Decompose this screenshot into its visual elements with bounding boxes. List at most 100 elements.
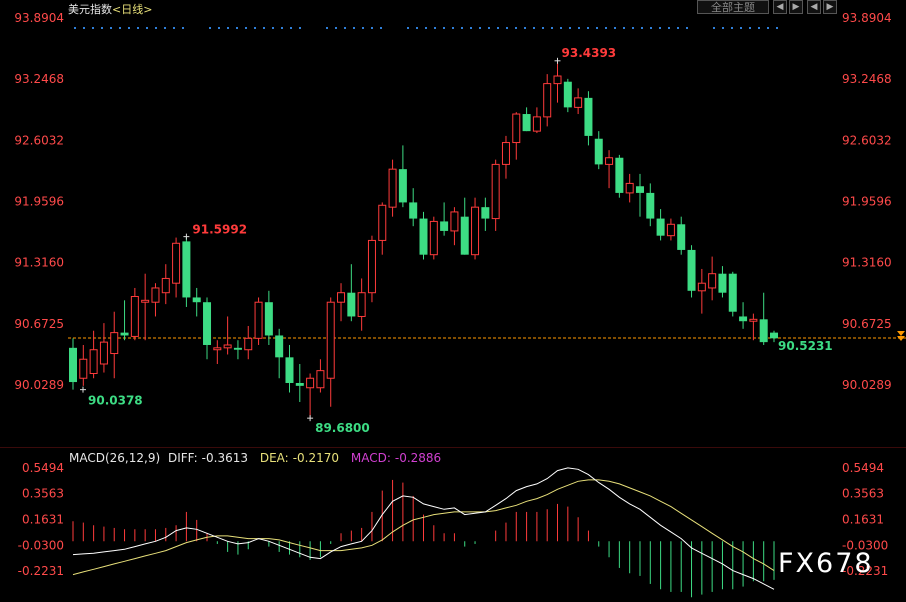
dotted-separator-dot xyxy=(605,27,607,29)
macd-label: MACD: xyxy=(350,451,391,465)
dotted-separator-dot xyxy=(380,27,382,29)
dotted-separator-dot xyxy=(578,27,580,29)
candle-body xyxy=(203,302,212,345)
candle-body xyxy=(440,221,449,231)
candle-body xyxy=(512,113,521,144)
dotted-separator-dot xyxy=(227,27,229,29)
candle-body xyxy=(532,116,541,132)
candle-body xyxy=(223,344,232,349)
candle-body xyxy=(553,75,562,85)
macd-y-tick-right: 0.5494 xyxy=(842,461,884,475)
macd-y-tick-left: -0.0300 xyxy=(18,538,64,552)
dotted-separator-dot xyxy=(218,27,220,29)
dotted-separator-dot xyxy=(272,27,274,29)
dotted-separator-dot xyxy=(245,27,247,29)
macd-value: -0.2886 xyxy=(394,451,442,465)
y-axis-tick-right: 90.6725 xyxy=(842,317,892,331)
y-axis-tick-right: 92.6032 xyxy=(842,133,892,147)
candle-body xyxy=(687,249,696,291)
dea-label: DEA: xyxy=(259,451,289,465)
dotted-separator-dot xyxy=(506,27,508,29)
candle-body xyxy=(110,332,119,355)
candle-body xyxy=(471,206,480,256)
dotted-separator-dot xyxy=(416,27,418,29)
dotted-separator-dot xyxy=(371,27,373,29)
candle-body xyxy=(275,335,284,358)
candle-body xyxy=(646,192,655,219)
candle-body xyxy=(120,332,129,336)
dotted-separator-dot xyxy=(281,27,283,29)
dotted-separator-dot xyxy=(74,27,76,29)
start-low-label: 90.0378 xyxy=(88,394,143,408)
candle-body xyxy=(584,97,593,136)
candle-body xyxy=(481,207,490,219)
candle-body xyxy=(254,301,263,339)
candle-body xyxy=(460,216,469,255)
dotted-separator-dot xyxy=(362,27,364,29)
dotted-separator-dot xyxy=(209,27,211,29)
dotted-separator-dot xyxy=(344,27,346,29)
candle-body xyxy=(357,292,366,317)
dotted-separator-dot xyxy=(479,27,481,29)
candle-body xyxy=(718,273,727,293)
dotted-separator-dot xyxy=(353,27,355,29)
candle-body xyxy=(666,223,675,237)
dotted-separator-dot xyxy=(515,27,517,29)
dotted-separator-dot xyxy=(443,27,445,29)
candle-body xyxy=(749,318,758,322)
dotted-separator-dot xyxy=(713,27,715,29)
candle-body xyxy=(172,242,181,284)
dea-value: -0.2170 xyxy=(292,451,340,465)
candle-body xyxy=(264,302,273,336)
candle-body xyxy=(192,297,201,303)
dotted-separator-dot xyxy=(146,27,148,29)
macd-title: MACD(26,12,9) xyxy=(69,451,161,465)
dotted-separator-dot xyxy=(434,27,436,29)
dotted-separator-dot xyxy=(668,27,670,29)
candle-body xyxy=(429,220,438,256)
candle-body xyxy=(450,211,459,232)
candle-body xyxy=(295,382,304,386)
dotted-separator-dot xyxy=(659,27,661,29)
y-axis-tick-right: 93.8904 xyxy=(842,11,892,25)
dotted-separator-dot xyxy=(236,27,238,29)
dotted-separator-dot xyxy=(614,27,616,29)
dotted-separator-dot xyxy=(128,27,130,29)
y-axis-tick-left: 91.9596 xyxy=(14,195,64,209)
candle-body xyxy=(491,163,500,220)
candle-body xyxy=(388,168,397,208)
dotted-separator-dot xyxy=(137,27,139,29)
y-axis-tick-right: 91.9596 xyxy=(842,195,892,209)
y-axis-tick-left: 90.6725 xyxy=(14,317,64,331)
candle-body xyxy=(697,282,706,292)
candle-body xyxy=(574,97,583,108)
candle-body xyxy=(759,319,768,343)
last-price-marker-icon xyxy=(897,331,905,337)
dotted-separator-dot xyxy=(92,27,94,29)
local-high-label: 91.5992 xyxy=(192,223,247,237)
dotted-separator-dot xyxy=(560,27,562,29)
candle-body xyxy=(367,239,376,294)
high-price-label: 93.4393 xyxy=(562,46,617,60)
dotted-separator-dot xyxy=(488,27,490,29)
dotted-separator-dot xyxy=(731,27,733,29)
candle-body xyxy=(69,347,77,383)
dotted-separator-dot xyxy=(677,27,679,29)
candle-body xyxy=(605,157,614,165)
dotted-separator-dot xyxy=(470,27,472,29)
candle-body xyxy=(182,241,191,298)
diff-value: -0.3613 xyxy=(201,451,248,465)
candle-body xyxy=(398,169,407,203)
candle-body xyxy=(409,202,418,219)
macd-legend: MACD(26,12,9) DIFF: -0.3613 DEA: -0.2170 M… xyxy=(69,451,449,465)
dotted-separator-dot xyxy=(632,27,634,29)
price-chart-canvas[interactable]: 93.8904 93.8904 93.2468 93.2468 92.6032 92.60… xyxy=(0,0,906,602)
dotted-separator-dot xyxy=(596,27,598,29)
dotted-separator-dot xyxy=(749,27,751,29)
dotted-separator-dot xyxy=(254,27,256,29)
dotted-separator-dot xyxy=(542,27,544,29)
candle-body xyxy=(213,347,222,351)
dotted-separator-dot xyxy=(686,27,688,29)
candle-body xyxy=(501,142,510,165)
dotted-separator-dot xyxy=(533,27,535,29)
